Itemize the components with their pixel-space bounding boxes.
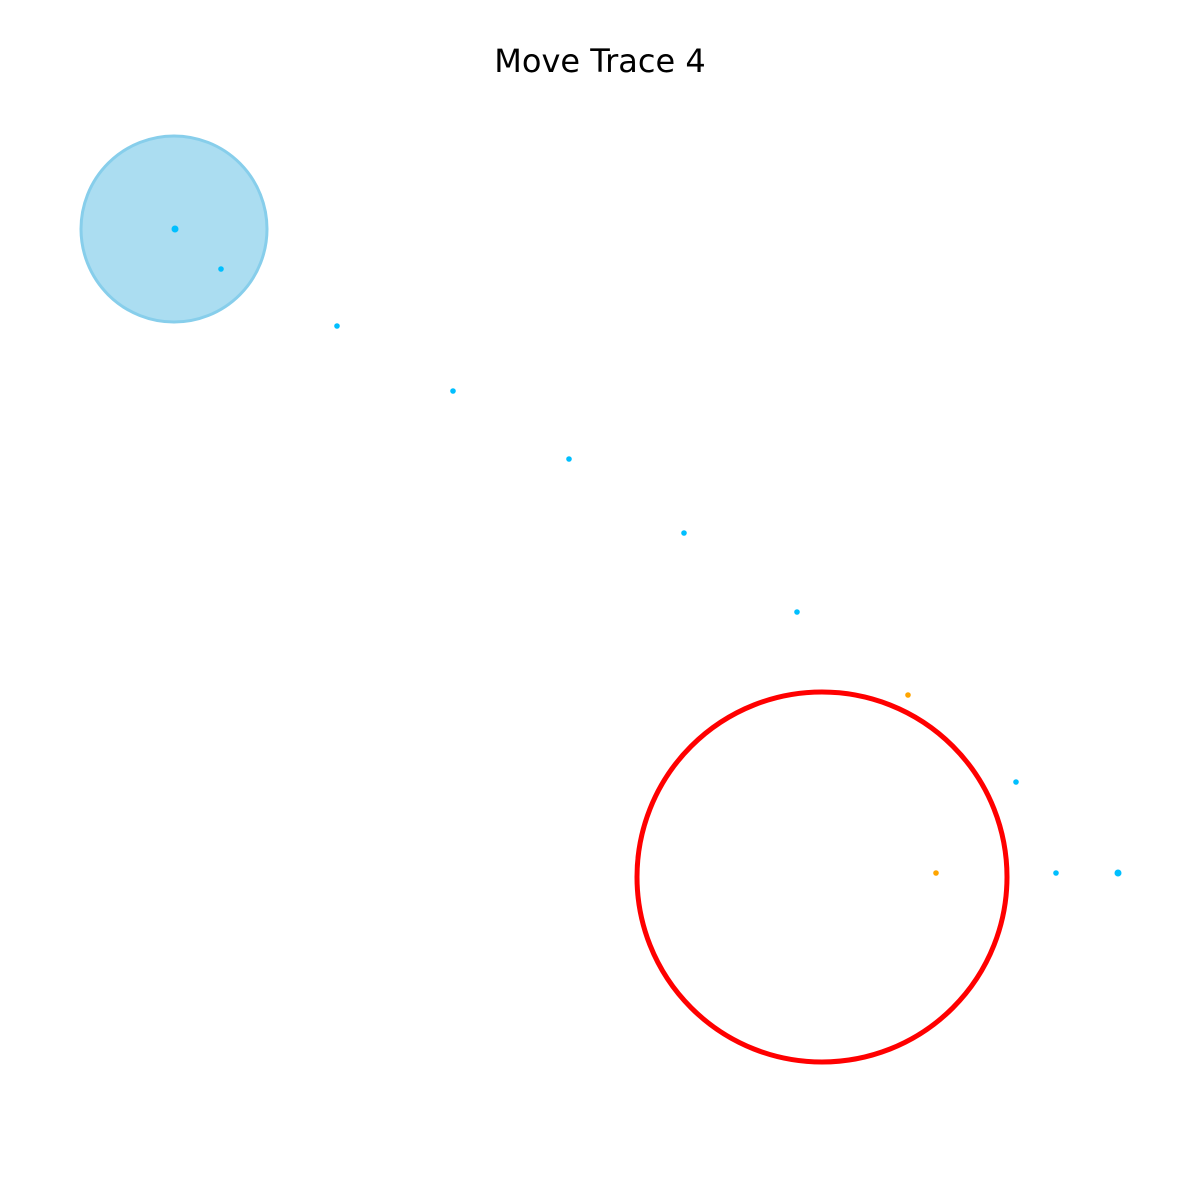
trace-point: [905, 692, 911, 698]
regions-layer: [79, 134, 1010, 1065]
plot-area: [79, 134, 1122, 1065]
trace-point: [218, 266, 224, 272]
trace-point: [1013, 779, 1019, 785]
target-region-circle: [634, 689, 1010, 1065]
trace-point: [450, 388, 456, 394]
trace-point: [681, 530, 687, 536]
trace-point: [794, 609, 800, 615]
trace-point: [171, 225, 179, 233]
trace-point: [566, 456, 572, 462]
trace-point: [1053, 870, 1059, 876]
trace-point: [933, 870, 939, 876]
trace-point: [1114, 869, 1122, 877]
trace-point: [334, 323, 340, 329]
